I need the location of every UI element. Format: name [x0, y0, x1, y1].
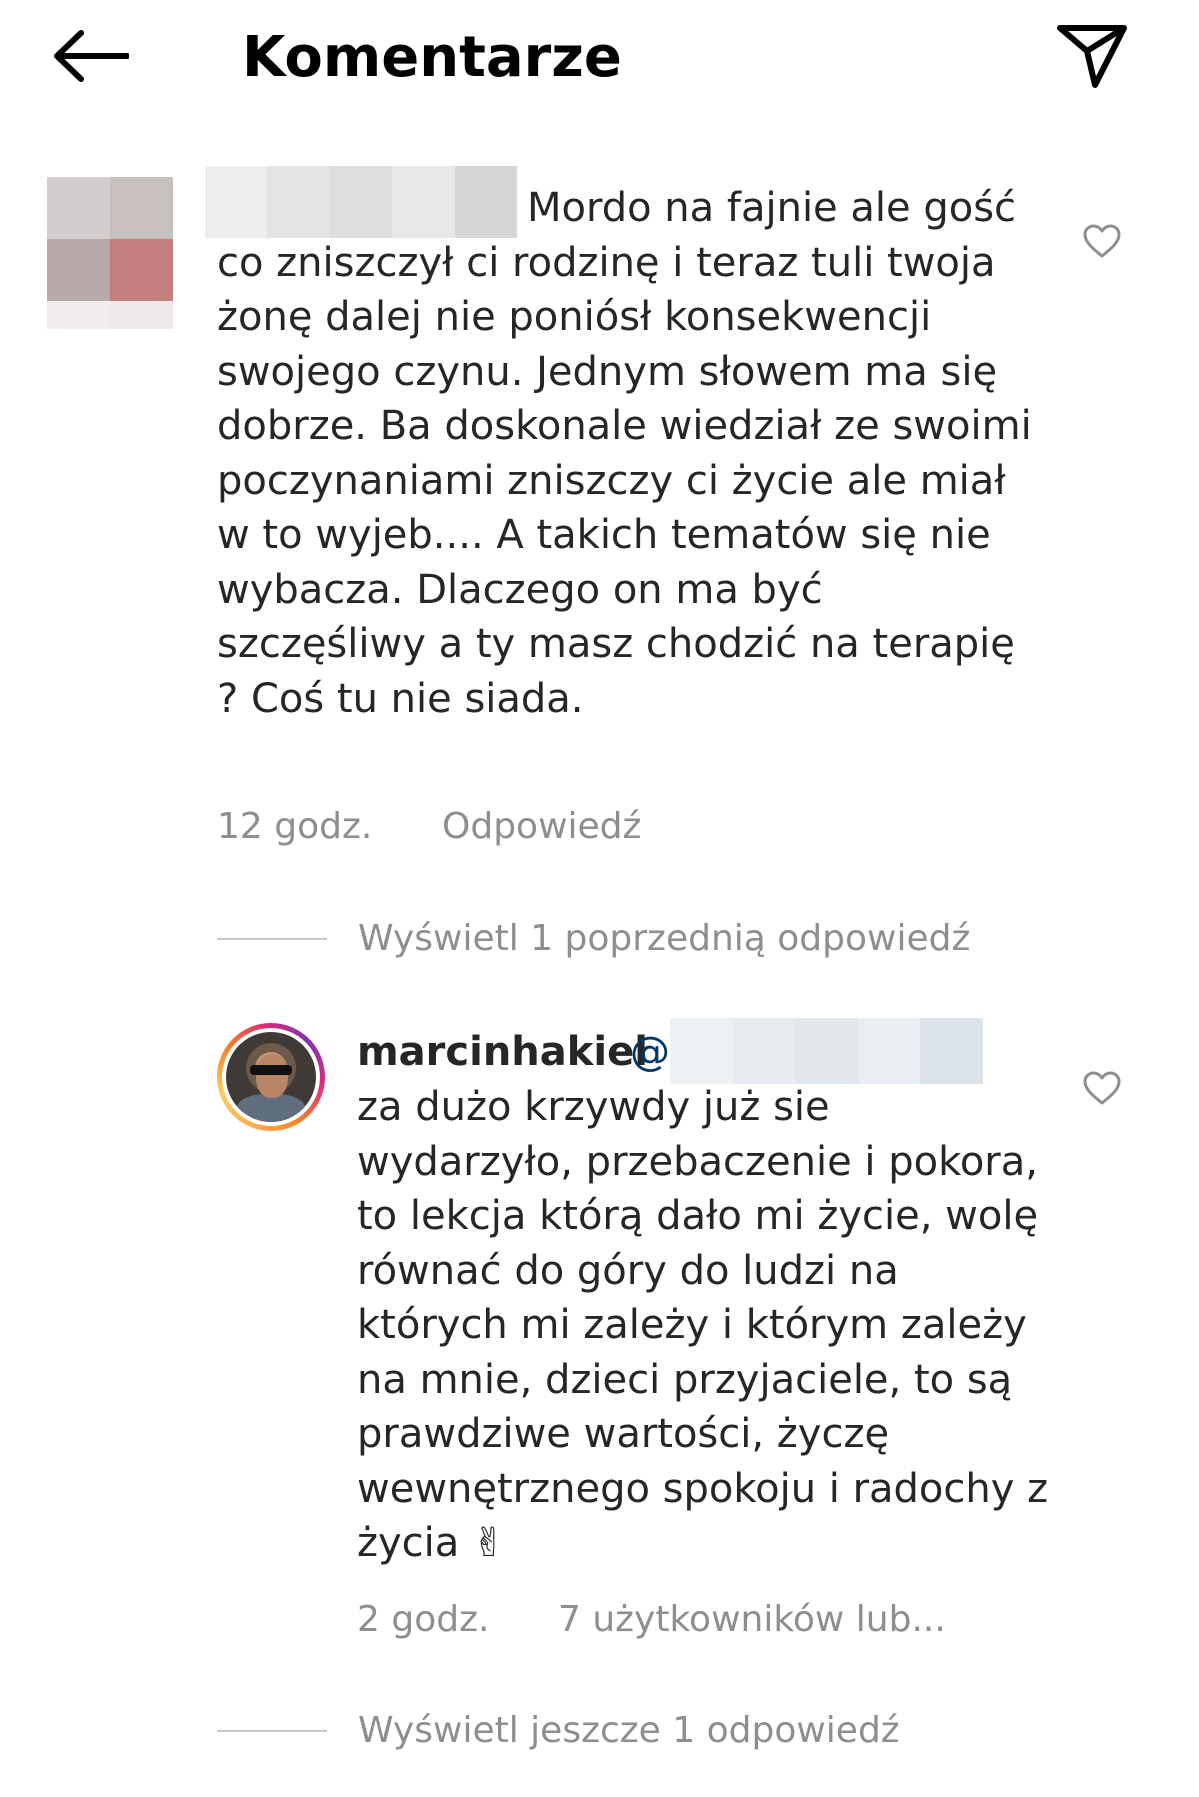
- like-button[interactable]: [1077, 216, 1127, 266]
- view-previous-replies-button[interactable]: Wyświetl 1 poprzednią odpowiedź: [358, 915, 970, 963]
- comment-timestamp: 12 godz.: [217, 806, 373, 847]
- heart-outline-icon: [1083, 224, 1121, 258]
- avatar-ring: [222, 1028, 320, 1126]
- reply-button[interactable]: Odpowiedź: [442, 803, 641, 851]
- avatar-photo: [226, 1032, 316, 1122]
- comment-text: Mordo na fajnie ale gość co zniszczył ci…: [217, 185, 1032, 722]
- like-button[interactable]: [1077, 1063, 1127, 1113]
- share-button[interactable]: [1050, 14, 1134, 98]
- heart-outline-icon: [1083, 1071, 1121, 1105]
- arrow-left-icon: [54, 30, 129, 82]
- back-button[interactable]: [50, 20, 132, 92]
- reply-timestamp: 2 godz.: [357, 1599, 490, 1640]
- reply-text: za dużo krzywdy już sie wydarzyło, przeb…: [357, 1084, 1049, 1566]
- top-bar: Komentarze: [0, 0, 1199, 120]
- reply-username[interactable]: marcinhakiel: [357, 1025, 648, 1079]
- avatar[interactable]: [217, 1023, 325, 1131]
- avatar-blurred[interactable]: [47, 177, 173, 329]
- mention-prefix[interactable]: @: [630, 1025, 670, 1079]
- view-more-replies-button[interactable]: Wyświetl jeszcze 1 odpowiedź: [358, 1707, 900, 1755]
- page-title: Komentarze: [242, 25, 622, 90]
- mention-blurred[interactable]: [670, 1018, 983, 1084]
- replies-divider: [217, 938, 327, 940]
- replies-divider: [217, 1730, 327, 1732]
- likes-count-link[interactable]: 7 użytkowników lub...: [558, 1596, 946, 1644]
- paper-plane-icon: [1057, 25, 1127, 88]
